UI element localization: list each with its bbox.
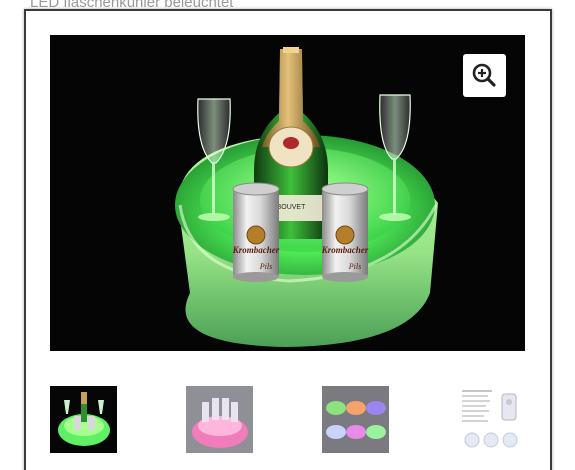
zoom-button[interactable]	[463, 54, 506, 97]
pink-led-cooler-thumbnail	[186, 386, 253, 453]
main-product-image[interactable]: BOUVET Krombacher Pils Krombacher Pils	[50, 35, 525, 351]
right-can-sublabel: Pils	[348, 262, 361, 271]
thumbnail-strip	[0, 386, 575, 456]
thumbnail-4[interactable]	[458, 386, 525, 453]
left-beer-can: Krombacher Pils	[232, 182, 280, 282]
thumbnail-2[interactable]	[186, 386, 253, 453]
right-can-label: Krombacher	[321, 245, 369, 255]
product-page: LED flaschenkühler beleuchtet BOUVET Kro…	[0, 0, 575, 470]
thumbnail-1[interactable]	[50, 386, 117, 453]
left-can-sublabel: Pils	[259, 262, 272, 271]
thumbnail-3[interactable]	[322, 386, 389, 453]
multicolor-led-bowls-thumbnail	[322, 386, 389, 453]
green-led-cooler-thumbnail	[50, 386, 117, 453]
product-spec-sheet-thumbnail	[458, 386, 525, 453]
zoom-in-icon	[472, 63, 496, 87]
left-can-label: Krombacher	[232, 245, 280, 255]
right-beer-can: Krombacher Pils	[321, 182, 369, 282]
bottle-label: BOUVET	[277, 204, 307, 211]
